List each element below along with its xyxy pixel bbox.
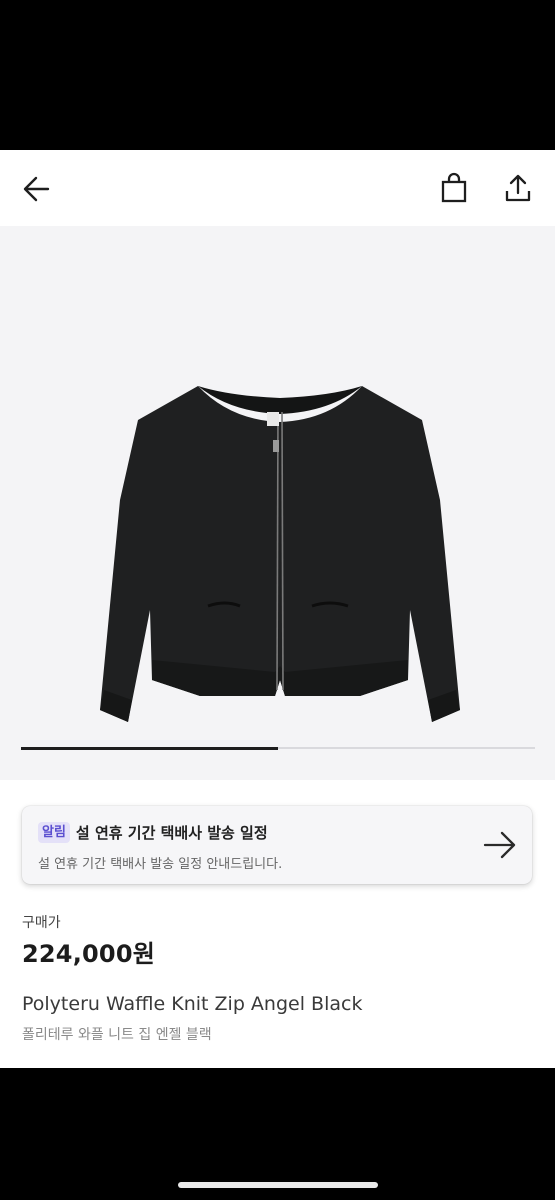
price-value: 224,000원 bbox=[22, 940, 155, 968]
status-bar-area bbox=[0, 0, 555, 150]
shopping-bag-icon bbox=[441, 172, 467, 203]
share-button[interactable] bbox=[501, 172, 535, 206]
cart-button[interactable] bbox=[437, 172, 471, 206]
gallery-progress-bar bbox=[21, 746, 535, 750]
top-navigation bbox=[0, 150, 555, 226]
arrow-left-icon bbox=[23, 176, 50, 202]
back-button[interactable] bbox=[20, 172, 54, 206]
home-indicator[interactable] bbox=[178, 1182, 378, 1188]
product-image-gallery[interactable] bbox=[0, 226, 555, 780]
product-name-korean: 폴리테루 와플 니트 집 엔젤 블랙 bbox=[22, 1027, 212, 1043]
notice-title: 설 연휴 기간 택배사 발송 일정 bbox=[75, 824, 268, 842]
notice-banner[interactable]: 알림 설 연휴 기간 택배사 발송 일정 설 연휴 기간 택배사 발송 일정 안… bbox=[22, 806, 532, 884]
product-image bbox=[100, 386, 460, 722]
product-name-english: Polyteru Waffle Knit Zip Angel Black bbox=[22, 993, 363, 1015]
gallery-progress-fill bbox=[21, 746, 278, 750]
share-icon bbox=[505, 174, 531, 202]
notice-description: 설 연휴 기간 택배사 발송 일정 안내드립니다. bbox=[38, 857, 283, 872]
arrow-right-icon bbox=[483, 831, 516, 859]
product-page: 알림 설 연휴 기간 택배사 발송 일정 설 연휴 기간 택배사 발송 일정 안… bbox=[0, 150, 555, 1068]
notice-badge: 알림 bbox=[38, 822, 70, 843]
price-label: 구매가 bbox=[22, 915, 61, 931]
